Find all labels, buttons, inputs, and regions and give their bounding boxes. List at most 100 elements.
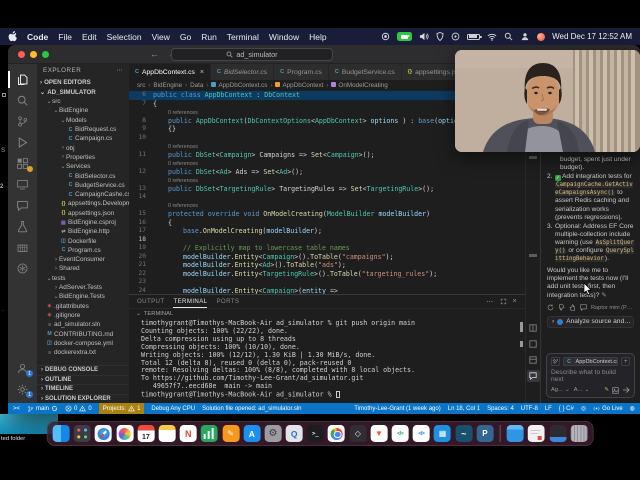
explorer-more-icon[interactable]: ⋯ (116, 67, 123, 74)
tree-item-budgetservice-cs[interactable]: C BudgetService.cs (37, 181, 129, 190)
terminal-scrollbar[interactable] (520, 322, 523, 356)
tree-item-obj[interactable]: › obj (37, 143, 129, 152)
tree-item--gitignore[interactable]: ◆ .gitignore (37, 311, 129, 320)
dock-numbers-icon[interactable] (200, 425, 218, 442)
code-line-12[interactable]: 12 public DbSet<Ad> Ads => Set<Ad>(); (129, 168, 525, 177)
record-icon[interactable] (381, 32, 390, 41)
section-timeline[interactable]: › TIMELINE (37, 384, 129, 394)
dock-brave-icon[interactable]: ▼ (370, 425, 388, 442)
menu-help[interactable]: Help (309, 32, 326, 42)
statusbar-solution[interactable]: Solution file opened: ad_simulator.sln (202, 406, 301, 412)
tree-item-eventconsumer[interactable]: › EventConsumer (37, 255, 129, 264)
breadcrumb-item[interactable]: Data (190, 82, 203, 89)
tree-item-bidrequest-cs[interactable]: C BidRequest.cs (37, 125, 129, 134)
dock-notes-icon[interactable] (158, 425, 176, 442)
section-solution-explorer[interactable]: › SOLUTION EXPLORER (37, 393, 129, 404)
attach-icon[interactable] (551, 357, 560, 366)
tree-item--gitattributes[interactable]: ◆ .gitattributes (37, 302, 129, 311)
code-line-13[interactable]: 13 public DbSet<TargetingRule> TargetingR… (129, 185, 525, 194)
tree-item-campaign-cs[interactable]: C Campaign.cs (37, 134, 129, 143)
send-icon[interactable] (622, 386, 630, 394)
app-dot-icon[interactable] (537, 32, 546, 41)
breadcrumb-item[interactable]: AppDbContext (275, 82, 323, 89)
statusbar-build-config[interactable]: Debug Any CPU (151, 406, 195, 412)
terminal-tab-icon[interactable] (527, 354, 540, 366)
menu-code[interactable]: Code (27, 32, 48, 42)
code-line-19[interactable]: 19// Explicitly map to lowercase table n… (129, 244, 525, 253)
add-context-button[interactable]: + (621, 357, 630, 366)
close-panel-icon[interactable]: × (513, 298, 518, 305)
apple-menu-icon[interactable] (8, 31, 18, 42)
wifi-icon[interactable] (487, 33, 497, 41)
battery-icon[interactable] (467, 33, 482, 40)
tree-item-bidengine-tests[interactable]: ⌄ BidEngine.Tests (37, 292, 129, 301)
tree-item-docker-compose-yml[interactable]: ◫ docker-compose.yml (37, 339, 129, 348)
statusbar-branch[interactable]: main (27, 405, 58, 413)
tree-item-properties[interactable]: › Properties (37, 153, 129, 162)
terminal-header[interactable]: ⌄ TERMINAL (129, 308, 525, 318)
codelens[interactable]: 0 references (129, 176, 525, 185)
dock-launchpad-icon[interactable] (73, 425, 91, 442)
statusbar-commit-author[interactable]: Timothy-Lee-Grant (1 week ago) (354, 406, 440, 412)
dock-photos-icon[interactable] (116, 425, 134, 442)
tree-item-services[interactable]: ⌄ Services (37, 162, 129, 171)
thumbs-up-icon[interactable] (569, 304, 576, 311)
dock-document-light-icon[interactable] (527, 425, 545, 442)
terminal-tab-icon[interactable] (527, 338, 540, 350)
code-line-15[interactable]: 15 protected override void OnModelCreatin… (129, 210, 525, 219)
statusbar-encoding[interactable]: UTF-8 (521, 406, 538, 412)
menu-view[interactable]: View (152, 32, 170, 42)
regenerate-icon[interactable] (547, 304, 554, 311)
code-line-22[interactable]: 22 modelBuilder.Entity<TargetingRule>().T… (129, 270, 525, 279)
statusbar-indentation[interactable]: Spaces: 4 (487, 406, 514, 412)
dock-downloads-folder-icon[interactable] (506, 425, 524, 442)
context-file-chip[interactable]: C AppDbContext.cs (562, 357, 619, 366)
dock-quicktime-icon[interactable]: Q (285, 425, 303, 442)
dock-safari-icon[interactable] (95, 425, 113, 442)
breadcrumb-item[interactable]: BidEngine (153, 82, 182, 89)
tree-item-tests[interactable]: ⌄ tests (37, 274, 129, 283)
search-icon[interactable] (8, 90, 37, 111)
menu-file[interactable]: File (58, 32, 72, 42)
code-line-18[interactable]: 18 (129, 236, 525, 245)
desktop-folder-label[interactable]: ted folder (1, 436, 25, 442)
files-icon[interactable] (8, 69, 37, 90)
terminal[interactable]: timothygrant@Timothys-MacBook-Air ad_sim… (129, 318, 525, 403)
dock-unity-icon[interactable]: ◇ (349, 425, 367, 442)
docker-box-icon[interactable] (8, 237, 37, 258)
zoom-window-button[interactable] (42, 50, 49, 58)
breadcrumb-item[interactable]: AppDbContext.cs (211, 82, 267, 89)
statusbar-remote[interactable]: >< (13, 406, 20, 412)
statusbar-go-live[interactable]: Go Live (593, 405, 623, 412)
chat-input-placeholder[interactable]: Describe what to build next (551, 369, 630, 383)
disc-icon[interactable] (451, 32, 460, 41)
dock-app-store-icon[interactable]: A (243, 425, 261, 442)
statusbar-projects-warning[interactable]: Projects: 1 (98, 403, 145, 414)
tree-item-shared[interactable]: › Shared (37, 264, 129, 273)
codelens[interactable]: 0 references (129, 159, 525, 168)
code-line-23[interactable]: 23 (129, 278, 525, 287)
tree-item-bidengine-http[interactable]: ⇄ BidEngine.http (37, 227, 129, 236)
tree-item-appsettings-developme-[interactable]: {}appsettings.Developme... (37, 199, 129, 208)
run-debug-icon[interactable] (8, 132, 37, 153)
comment-icon[interactable] (580, 304, 587, 312)
dock-terminal-icon[interactable]: >_ (306, 425, 324, 442)
account-icon[interactable]: 1 (8, 358, 37, 379)
breadcrumb-item[interactable]: src (137, 82, 145, 89)
thumbs-down-icon[interactable] (558, 304, 565, 311)
statusbar-problems[interactable]: 0 0 (65, 405, 92, 412)
test-beaker-icon[interactable] (8, 216, 37, 237)
workspace-root-section[interactable]: ⌄ AD_SIMULATOR (37, 87, 129, 97)
tab-appdbcontext-cs[interactable]: C AppDbContext.cs × (129, 64, 211, 80)
code-line-16[interactable]: 16{ (129, 219, 525, 228)
tree-item-contributing-md[interactable]: M CONTRIBUTING.md (37, 329, 129, 338)
tree-item-campaigncashe-cs[interactable]: C CampaignCashe.cs (37, 190, 129, 199)
chat-input-box[interactable]: C AppDbContext.cs + Describe what to bui… (546, 353, 635, 398)
dock-chrome-icon[interactable] (328, 425, 346, 442)
dock-system-settings-icon[interactable]: ⚙ (264, 425, 282, 442)
dock-pages-icon[interactable]: ✎ (222, 425, 240, 442)
tab-program-cs[interactable]: C Program.cs (274, 64, 329, 80)
more-icon[interactable]: ⋯ (486, 298, 493, 306)
statusbar-csharp-devkit[interactable]: ◎ (581, 405, 586, 412)
tree-item-dockerextra-txt[interactable]: ≡ dockerextra.txt (37, 348, 129, 357)
